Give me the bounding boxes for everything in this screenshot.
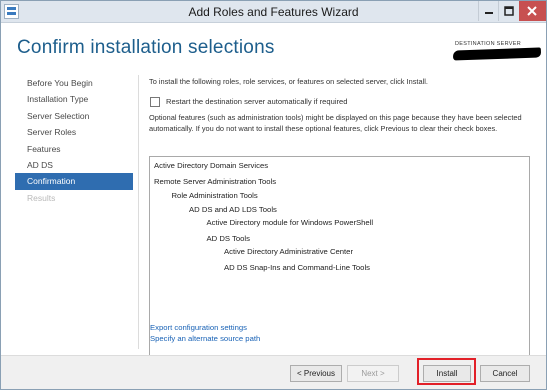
optional-features-note: Optional features (such as administratio… [149,113,522,133]
title-bar[interactable]: Add Roles and Features Wizard [1,1,546,23]
intro-text: To install the following roles, role ser… [149,77,428,86]
sidebar-item-results: Results [27,192,56,203]
sidebar-item-server-roles[interactable]: Server Roles [15,124,133,140]
alternate-source-link[interactable]: Specify an alternate source path [150,334,260,343]
selection-item: Active Directory Administrative Center [224,247,354,256]
destination-server-label: DESTINATION SERVER [454,41,521,47]
wizard-window: Add Roles and Features Wizard Confirm in… [0,0,547,390]
close-icon [527,6,537,16]
maximize-icon [504,6,514,16]
selection-item: Active Directory module for Windows Powe… [206,218,374,227]
selection-item: AD DS Snap-Ins and Command-Line Tools [224,263,370,272]
close-button[interactable] [519,1,546,21]
destination-server: DESTINATION SERVER [451,39,542,61]
restart-checkbox[interactable] [150,97,160,107]
next-button[interactable]: Next > [347,365,399,382]
selection-item: Remote Server Administration Tools [154,177,277,186]
install-highlight-box [417,358,476,385]
maximize-button[interactable] [498,1,518,21]
restart-checkbox-label[interactable]: Restart the destination server automatic… [166,97,348,106]
redacted-server-name [452,47,542,61]
sidebar-item-confirmation[interactable]: Confirmation [15,173,133,190]
sidebar-item-server-selection[interactable]: Server Selection [15,108,133,124]
selection-item: AD DS and AD LDS Tools [189,205,277,214]
minimize-icon [485,12,493,14]
wizard-nav: Before You Begin Installation Type Server … [15,75,133,206]
sidebar-item-ad-ds[interactable]: AD DS [15,157,133,173]
nav-divider [138,75,139,349]
selection-item: AD DS Tools [206,234,250,243]
page-title: Confirm installation selections [17,37,275,58]
selections-list[interactable]: Active Directory Domain Services Remote S… [149,156,530,385]
export-config-link[interactable]: Export configuration settings [150,323,247,332]
selection-item: Role Administration Tools [171,191,258,200]
sidebar-item-installation-type[interactable]: Installation Type [15,91,133,107]
selection-item: Active Directory Domain Services [154,161,269,170]
sidebar-item-features[interactable]: Features [15,141,133,157]
cancel-button[interactable]: Cancel [480,365,530,382]
sidebar-item-before-you-begin[interactable]: Before You Begin [15,75,133,91]
minimize-button[interactable] [478,1,498,21]
window-title: Add Roles and Features Wizard [188,5,359,19]
previous-button[interactable]: < Previous [290,365,342,382]
